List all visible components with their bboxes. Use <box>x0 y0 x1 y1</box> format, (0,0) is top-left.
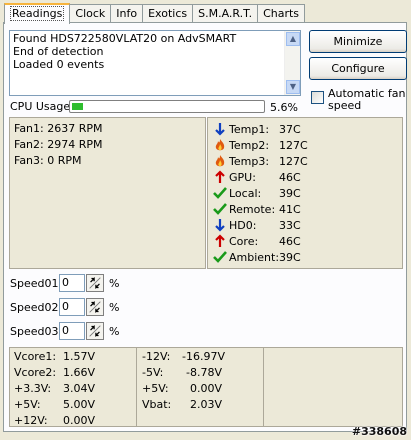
log-line: End of detection <box>13 45 104 58</box>
fan-readings: Fan1: 2637 RPM Fan2: 2974 RPM Fan3: 0 RP… <box>9 117 206 269</box>
voltage-row: +12V: 0.00V <box>14 414 96 427</box>
speed02-label: Speed02: <box>10 301 63 314</box>
scroll-up-icon[interactable]: ▲ <box>286 32 300 46</box>
log-scrollbar[interactable]: ▲ ▼ <box>284 31 300 95</box>
temp-value: 127C <box>279 155 308 168</box>
minimize-button[interactable]: Minimize <box>309 30 407 53</box>
arrow-up-icon <box>215 170 225 183</box>
watermark: #338608 <box>351 425 407 438</box>
percent-unit: % <box>109 301 120 314</box>
divider <box>263 348 264 426</box>
checkmark-icon <box>213 251 227 263</box>
cpu-usage-value: 5.6% <box>270 101 298 114</box>
speed03-input[interactable]: 0 <box>59 322 85 340</box>
temp-name: Core: <box>229 235 259 248</box>
arrow-down-icon <box>215 123 225 136</box>
temp-name: Remote: <box>229 203 276 216</box>
voltage-row: -12V: -16.97V <box>142 350 225 363</box>
automatic-fan-speed-checkbox[interactable] <box>311 91 324 104</box>
temp-value: 37C <box>279 123 301 136</box>
fan-reading: Fan3: 0 RPM <box>14 154 82 167</box>
temp-value: 39C <box>279 187 301 200</box>
event-log[interactable]: Found HDS722580VLAT20 on AdvSMART End of… <box>9 30 301 96</box>
speed02-spinner-icon[interactable] <box>86 298 104 316</box>
checkmark-icon <box>213 203 227 215</box>
tab-clock[interactable]: Clock <box>69 4 112 23</box>
voltage-row: -5V: -8.78V <box>142 366 222 379</box>
voltage-row: +3.3V: 3.04V <box>14 382 96 395</box>
voltage-row: Vbat: 2.03V <box>142 398 223 411</box>
temp-name: Local: <box>229 187 262 200</box>
temp-name: Temp3: <box>229 155 270 168</box>
log-line: Loaded 0 events <box>13 58 105 71</box>
temperature-readings: Temp1: 37C Temp2: 127C Temp3: 127C GPU: 46C … <box>207 117 403 269</box>
cpu-usage-fill <box>72 103 83 110</box>
temp-value: 46C <box>279 235 301 248</box>
tab-charts[interactable]: Charts <box>257 4 306 23</box>
temp-name: HD0: <box>229 219 257 232</box>
tab-info[interactable]: Info <box>110 4 144 23</box>
speed01-spinner-icon[interactable] <box>86 274 104 292</box>
fan-reading: Fan1: 2637 RPM <box>14 122 103 135</box>
voltage-readings: Vcore1: 1.57V Vcore2: 1.66V +3.3V: 3.04V +5… <box>9 347 403 427</box>
voltage-column-right: -12V: -16.97V -5V: -8.78V +5V: 0.00V Vbat: 2… <box>142 350 225 414</box>
temp-name: Temp2: <box>229 139 270 152</box>
speed03-spinner-icon[interactable] <box>86 322 104 340</box>
speed01-input[interactable]: 0 <box>59 274 85 292</box>
flame-icon <box>215 139 225 151</box>
voltage-column-left: Vcore1: 1.57V Vcore2: 1.66V +3.3V: 3.04V +5… <box>14 350 96 430</box>
speed01-label: Speed01: <box>10 277 63 290</box>
speed02-input[interactable]: 0 <box>59 298 85 316</box>
log-line: Found HDS722580VLAT20 on AdvSMART <box>13 32 237 45</box>
voltage-row: Vcore1: 1.57V <box>14 350 96 363</box>
percent-unit: % <box>109 277 120 290</box>
temp-name: GPU: <box>229 171 256 184</box>
fan-reading: Fan2: 2974 RPM <box>14 138 103 151</box>
arrow-up-icon <box>215 234 225 247</box>
temp-value: 46C <box>279 171 301 184</box>
tab-readings[interactable]: Readings <box>4 3 71 24</box>
tab-smart[interactable]: S.M.A.R.T. <box>192 4 259 23</box>
temp-value: 33C <box>279 219 301 232</box>
cpu-usage-label: CPU Usage <box>10 100 71 113</box>
automatic-fan-speed-label: Automatic fan speed <box>328 87 406 112</box>
temp-name: Temp1: <box>229 123 270 136</box>
temp-name: Ambient: <box>229 251 280 264</box>
percent-unit: % <box>109 325 120 338</box>
checkmark-icon <box>213 187 227 199</box>
speedfan-window: Readings Clock Info Exotics S.M.A.R.T. C… <box>0 0 411 440</box>
temp-value: 39C <box>279 251 301 264</box>
voltage-row: +5V: 0.00V <box>142 382 223 395</box>
temp-value: 41C <box>279 203 301 216</box>
temp-value: 127C <box>279 139 308 152</box>
voltage-row: Vcore2: 1.66V <box>14 366 96 379</box>
divider <box>136 348 137 426</box>
tab-exotics[interactable]: Exotics <box>142 4 194 23</box>
configure-button[interactable]: Configure <box>309 57 407 80</box>
cpu-usage-bar <box>69 100 265 113</box>
flame-icon <box>215 155 225 167</box>
tab-strip: Readings Clock Info Exotics S.M.A.R.T. C… <box>4 3 306 24</box>
voltage-row: +5V: 5.00V <box>14 398 96 411</box>
speed03-label: Speed03: <box>10 325 63 338</box>
scroll-down-icon[interactable]: ▼ <box>286 80 300 94</box>
arrow-down-icon <box>215 219 225 232</box>
